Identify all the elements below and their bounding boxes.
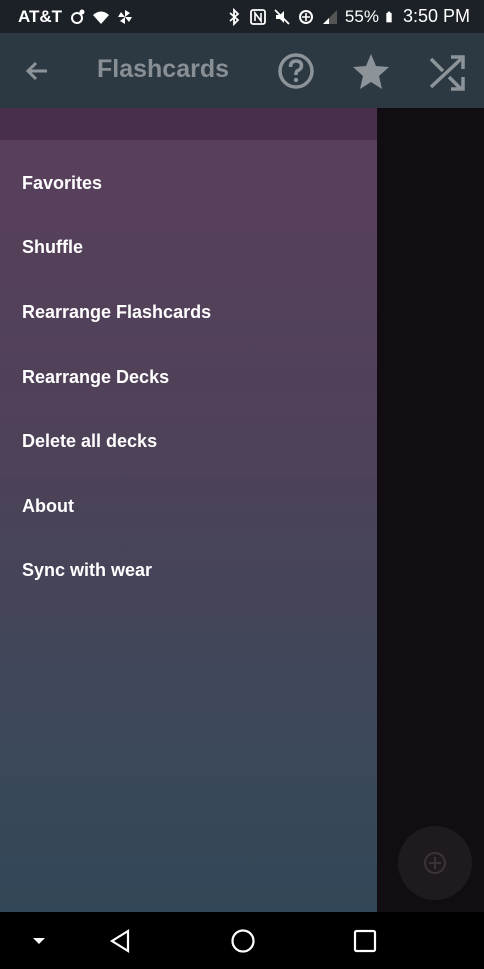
menu-item-about[interactable]: About xyxy=(0,474,377,539)
shuffle-icon[interactable] xyxy=(427,51,467,91)
recents-square-icon[interactable] xyxy=(350,926,380,956)
page-title: Flashcards xyxy=(97,55,230,83)
clock: 3:50 PM xyxy=(402,6,470,26)
help-circle-icon[interactable] xyxy=(276,51,316,91)
data-saver-icon xyxy=(298,9,313,24)
star-icon[interactable] xyxy=(351,51,391,91)
status-left: AT&T xyxy=(18,7,134,27)
menu-item-rearrange-decks[interactable]: Rearrange Decks xyxy=(0,345,377,410)
navigation-drawer: Favorites Shuffle Rearrange Flashcards R… xyxy=(0,108,377,912)
drawer-menu: Favorites Shuffle Rearrange Flashcards R… xyxy=(0,151,377,603)
add-deck-button[interactable] xyxy=(398,826,472,900)
settings-notification-icon xyxy=(71,9,85,24)
bluetooth-icon xyxy=(229,7,240,26)
mute-icon xyxy=(274,8,290,25)
menu-item-sync-with-wear[interactable]: Sync with wear xyxy=(0,539,377,604)
system-nav-bar xyxy=(0,912,484,969)
menu-item-favorites[interactable]: Favorites xyxy=(0,151,377,216)
wifi-icon xyxy=(93,11,110,24)
carrier-label: AT&T xyxy=(18,6,63,26)
back-triangle-icon[interactable] xyxy=(106,926,136,956)
nfc-icon xyxy=(250,8,266,25)
menu-item-delete-all-decks[interactable]: Delete all decks xyxy=(0,409,377,474)
status-bar: AT&T 55% 3:50 PM xyxy=(0,0,484,33)
hide-keyboard-icon[interactable] xyxy=(24,926,54,956)
app-bar: Flashcards xyxy=(0,33,484,108)
status-right: 55% 3:50 PM xyxy=(225,6,470,27)
menu-item-rearrange-flashcards[interactable]: Rearrange Flashcards xyxy=(0,280,377,345)
pinwheel-icon xyxy=(118,9,133,24)
battery-percent: 55% xyxy=(344,6,379,26)
signal-icon xyxy=(322,9,337,24)
plus-circle-icon xyxy=(424,852,446,874)
battery-icon xyxy=(386,11,392,22)
menu-item-shuffle[interactable]: Shuffle xyxy=(0,216,377,281)
back-arrow-icon[interactable] xyxy=(22,56,52,86)
drawer-header xyxy=(0,108,377,140)
home-circle-icon[interactable] xyxy=(228,926,258,956)
